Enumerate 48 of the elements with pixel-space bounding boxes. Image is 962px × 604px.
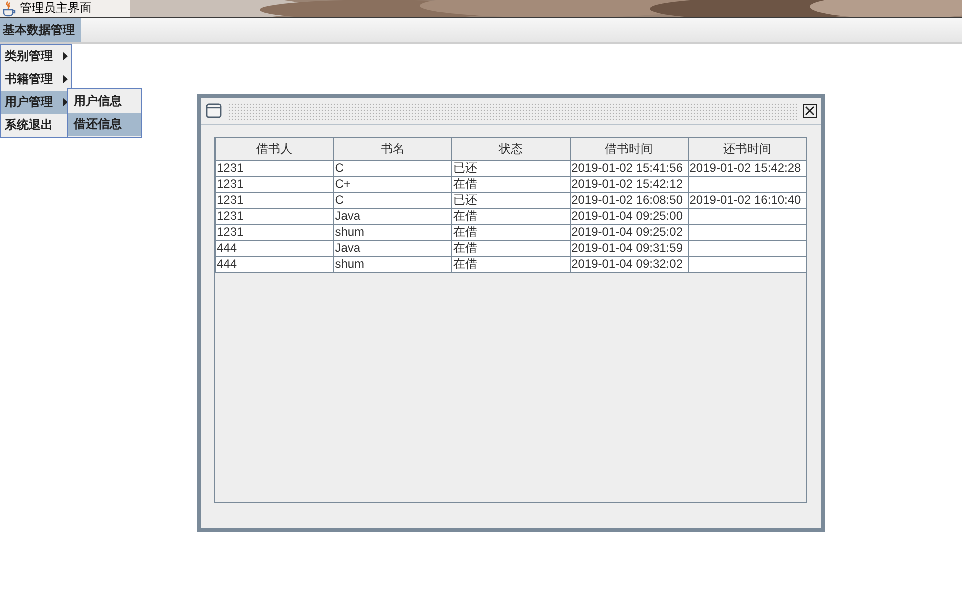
menu-bar-item[interactable]: 基本数据管理 [0,18,81,42]
menu-item[interactable]: 系统退出 [1,114,71,137]
table-cell: 在借 [452,256,570,272]
table-cell: 2019-01-02 15:42:12 [570,176,688,192]
table-cell: 2019-01-04 09:31:59 [570,240,688,256]
menu-item[interactable]: 借还信息 [68,113,141,136]
menu-item[interactable]: 类别管理 [1,45,71,68]
table-cell: 2019-01-02 16:10:40 [688,192,806,208]
table-cell: Java [334,240,452,256]
table-cell: 1231 [216,160,334,176]
table-cell: shum [334,224,452,240]
window-icon [206,103,222,119]
close-icon[interactable] [803,104,817,118]
column-header[interactable]: 书名 [334,138,452,160]
table-cell: 2019-01-04 09:25:02 [570,224,688,240]
arrow-icon [63,75,68,84]
column-header[interactable]: 借书人 [216,138,334,160]
table-cell: 1231 [216,208,334,224]
table-cell: 2019-01-02 16:08:50 [570,192,688,208]
table-cell: 已还 [452,192,570,208]
table-cell: 在借 [452,176,570,192]
table-cell: 已还 [452,160,570,176]
column-header[interactable]: 借书时间 [570,138,688,160]
table-cell: 2019-01-04 09:32:02 [570,256,688,272]
table-cell: 2019-01-02 15:42:28 [688,160,806,176]
table-cell: 2019-01-02 15:41:56 [570,160,688,176]
table-cell: Java [334,208,452,224]
table-cell: 在借 [452,240,570,256]
table-cell: 1231 [216,224,334,240]
table-cell: 1231 [216,176,334,192]
table-cell: shum [334,256,452,272]
table-cell: 在借 [452,224,570,240]
column-header[interactable]: 状态 [452,138,570,160]
arrow-icon [63,52,68,61]
table-cell: C+ [334,176,452,192]
menu-item[interactable]: 用户信息 [68,90,141,113]
table-cell: C [334,160,452,176]
arrow-icon [63,98,68,107]
table-cell: 444 [216,256,334,272]
window-title: 管理员主界面 [20,0,92,17]
menu-item[interactable]: 书籍管理 [1,68,71,91]
java-cup-icon [1,0,17,16]
column-header[interactable]: 还书时间 [688,138,806,160]
table-cell: 444 [216,240,334,256]
table-cell: 2019-01-04 09:25:00 [570,208,688,224]
table-cell: 在借 [452,208,570,224]
table-cell: C [334,192,452,208]
table-cell: 1231 [216,192,334,208]
